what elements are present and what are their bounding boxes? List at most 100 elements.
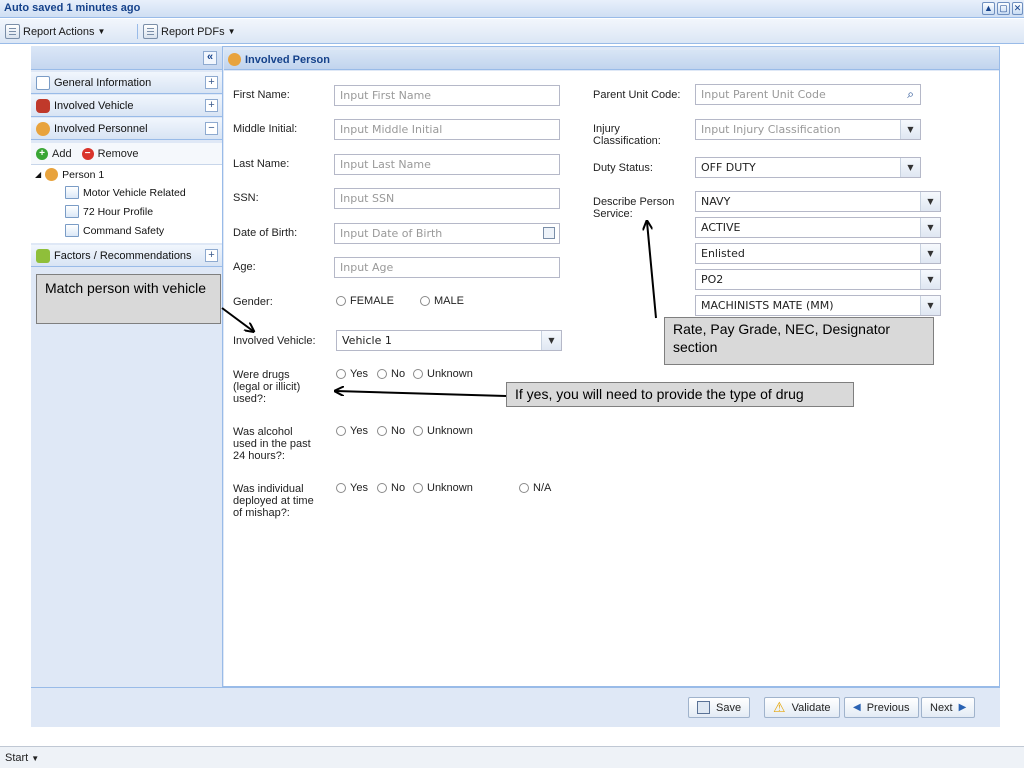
save-icon xyxy=(697,701,710,714)
printer-icon xyxy=(143,24,158,39)
gender-male-radio[interactable]: MALE xyxy=(420,295,464,307)
previous-button[interactable]: ◀ Previous xyxy=(844,697,919,718)
deployed-no-radio[interactable]: No xyxy=(377,482,405,494)
last-name-input[interactable]: Input Last Name xyxy=(334,154,560,175)
gender-female-radio[interactable]: FEMALE xyxy=(336,295,394,307)
chevron-down-icon: ▼ xyxy=(97,27,106,36)
radio-label: No xyxy=(391,425,406,437)
tree-leaf-command-safety[interactable]: Command Safety xyxy=(65,224,164,237)
chevron-down-icon[interactable]: ▼ xyxy=(920,192,940,211)
parent-unit-code-input[interactable]: Input Parent Unit Code ⌕ xyxy=(695,84,921,105)
personnel-actions: + Add − Remove xyxy=(31,143,222,165)
panel-header: Involved Person xyxy=(224,50,999,70)
drugs-yes-radio[interactable]: Yes xyxy=(336,368,368,380)
deployed-na-radio[interactable]: N/A xyxy=(519,482,551,494)
validate-button[interactable]: ⚠ Validate xyxy=(764,697,840,718)
people-icon xyxy=(36,121,50,136)
scroll-up-icon[interactable]: ▲ xyxy=(982,2,995,15)
duty-status-select[interactable]: OFF DUTY ▼ xyxy=(695,157,921,178)
tree-node-label: Person 1 xyxy=(62,168,105,181)
search-icon[interactable]: ⌕ xyxy=(907,87,914,102)
expand-icon[interactable]: + xyxy=(205,99,218,112)
alcohol-yes-radio[interactable]: Yes xyxy=(336,425,368,437)
previous-label: Previous xyxy=(866,701,910,714)
duty-status-value: OFF DUTY xyxy=(701,161,756,174)
chevron-down-icon[interactable]: ▼ xyxy=(920,218,940,237)
add-button[interactable]: Add xyxy=(52,148,72,160)
label-line: Was alcohol xyxy=(233,426,293,438)
calendar-icon[interactable] xyxy=(543,227,555,239)
deployed-yes-radio[interactable]: Yes xyxy=(336,482,368,494)
label-line: deployed at time xyxy=(233,495,314,507)
dob-input[interactable]: Input Date of Birth xyxy=(334,223,560,244)
tree-leaf-motor-vehicle-related[interactable]: Motor Vehicle Related xyxy=(65,186,186,199)
remove-button[interactable]: Remove xyxy=(98,148,139,160)
parent-unit-placeholder: Input Parent Unit Code xyxy=(701,88,826,101)
ssn-input[interactable]: Input SSN xyxy=(334,188,560,209)
maximize-icon[interactable]: ▢ xyxy=(997,2,1010,15)
alcohol-no-radio[interactable]: No xyxy=(377,425,405,437)
service-branch-select[interactable]: NAVY ▼ xyxy=(695,191,941,212)
drugs-question-label: Were drugs (legal or illicit) used?: xyxy=(233,369,300,405)
radio-label: FEMALE xyxy=(350,295,395,307)
document-icon xyxy=(65,205,79,218)
expand-icon[interactable]: + xyxy=(205,249,218,262)
label-line: of mishap?: xyxy=(233,507,290,519)
report-pdfs-button[interactable]: Report PDFs ▼ xyxy=(143,23,236,40)
radio-circle xyxy=(336,426,346,436)
collapse-icon[interactable]: − xyxy=(205,122,218,135)
select-value: ACTIVE xyxy=(701,221,741,234)
deployed-unknown-radio[interactable]: Unknown xyxy=(413,482,473,494)
alcohol-unknown-radio[interactable]: Unknown xyxy=(413,425,473,437)
sidebar-item-involved-personnel[interactable]: Involved Personnel − xyxy=(31,118,222,140)
sidebar-item-involved-vehicle[interactable]: Involved Vehicle + xyxy=(31,95,222,117)
toolbar: Report Actions ▼ Report PDFs ▼ xyxy=(0,19,1024,44)
service-status-select[interactable]: ACTIVE ▼ xyxy=(695,217,941,238)
select-value: PO2 xyxy=(701,273,724,286)
start-label: Start xyxy=(5,752,29,764)
parent-unit-code-label: Parent Unit Code: xyxy=(593,89,681,101)
radio-label: Yes xyxy=(350,368,368,380)
sidebar-item-factors-recommendations[interactable]: Factors / Recommendations + xyxy=(31,245,222,267)
start-button[interactable]: Start ▼ xyxy=(5,752,39,764)
drugs-unknown-radio[interactable]: Unknown xyxy=(413,368,473,380)
first-name-input[interactable]: Input First Name xyxy=(334,85,560,106)
middle-initial-input[interactable]: Input Middle Initial xyxy=(334,119,560,140)
save-button[interactable]: Save xyxy=(688,697,751,718)
chevron-down-icon[interactable]: ▼ xyxy=(920,270,940,289)
injury-classification-select[interactable]: Input Injury Classification ▼ xyxy=(695,119,921,140)
rating-select[interactable]: MACHINISTS MATE (MM) ▼ xyxy=(695,295,941,316)
pay-grade-select[interactable]: PO2 ▼ xyxy=(695,269,941,290)
radio-circle xyxy=(413,369,423,379)
sidebar-item-label: Involved Personnel xyxy=(54,122,148,135)
label-line: Classification: xyxy=(593,135,661,147)
chevron-down-icon[interactable]: ▼ xyxy=(541,331,561,350)
radio-circle xyxy=(413,426,423,436)
ssn-label: SSN: xyxy=(233,192,259,204)
service-category-select[interactable]: Enlisted ▼ xyxy=(695,243,941,264)
tree-leaf-72-hour-profile[interactable]: 72 Hour Profile xyxy=(65,205,153,218)
radio-label: No xyxy=(391,368,406,380)
chevron-down-icon[interactable]: ▼ xyxy=(900,158,920,177)
panel-title: Involved Person xyxy=(245,53,330,66)
sidebar-item-general-information[interactable]: General Information + xyxy=(31,72,222,94)
tree-node-person[interactable]: ◢ Person 1 xyxy=(35,168,104,181)
collapse-sidebar-button[interactable]: « xyxy=(203,51,217,65)
chevron-down-icon[interactable]: ▼ xyxy=(920,244,940,263)
add-icon: + xyxy=(36,147,48,160)
expand-icon[interactable]: + xyxy=(205,76,218,89)
drugs-no-radio[interactable]: No xyxy=(377,368,405,380)
involved-vehicle-label: Involved Vehicle: xyxy=(233,335,316,347)
close-icon[interactable]: ✕ xyxy=(1012,2,1023,15)
involved-vehicle-select[interactable]: Vehicle 1 ▼ xyxy=(336,330,562,351)
tree-leaf-label: Motor Vehicle Related xyxy=(83,186,186,199)
report-actions-button[interactable]: Report Actions ▼ xyxy=(5,23,105,40)
autosave-status: Auto saved 1 minutes ago xyxy=(4,2,141,14)
dob-label: Date of Birth: xyxy=(233,227,298,239)
toolbar-divider xyxy=(137,24,138,39)
radio-circle xyxy=(377,369,387,379)
next-button[interactable]: Next ▶ xyxy=(921,697,976,718)
chevron-down-icon[interactable]: ▼ xyxy=(920,296,940,315)
age-input[interactable]: Input Age xyxy=(334,257,560,278)
chevron-down-icon[interactable]: ▼ xyxy=(900,120,920,139)
